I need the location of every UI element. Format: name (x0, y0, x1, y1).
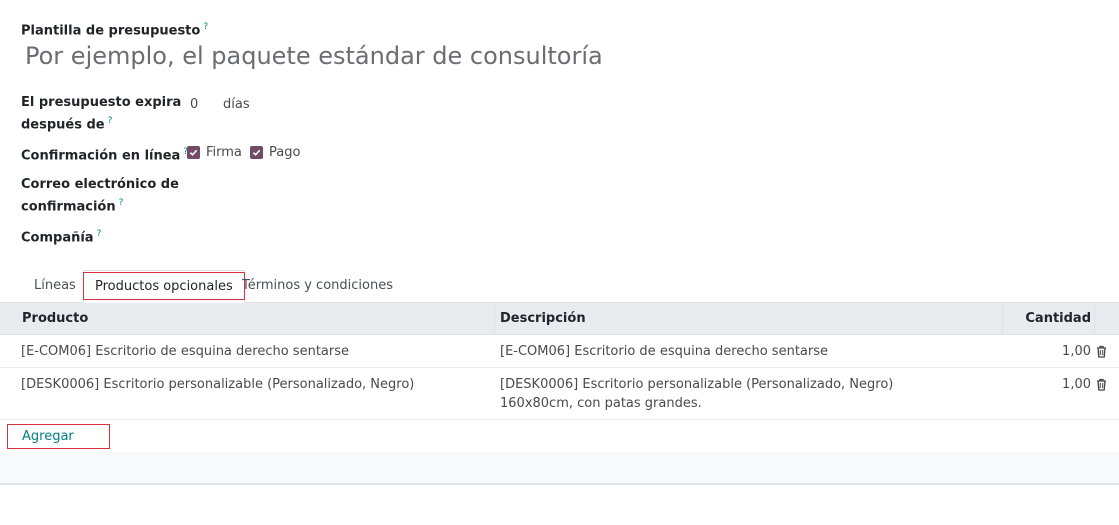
column-header-product[interactable]: Producto (22, 303, 88, 335)
notebook-tabs: Líneas Productos opcionales Términos y c… (0, 270, 1119, 303)
quantity-cell[interactable]: 1,00 (1062, 342, 1091, 361)
help-icon[interactable]: ? (97, 229, 102, 239)
checkbox-checked-icon[interactable] (250, 146, 263, 159)
tab-terms-conditions[interactable]: Términos y condiciones (231, 270, 404, 302)
help-icon[interactable]: ? (119, 198, 124, 208)
template-label: Plantilla de presupuesto? (21, 22, 209, 39)
help-icon[interactable]: ? (108, 116, 113, 126)
description-cell[interactable]: [E-COM06] Escritorio de esquina derecho … (500, 342, 828, 361)
tab-optional-products[interactable]: Productos opcionales (83, 270, 245, 303)
signature-label: Firma (206, 145, 242, 160)
column-divider[interactable] (1002, 303, 1003, 335)
tab-lines[interactable]: Líneas (23, 270, 87, 302)
table-row[interactable]: [DESK0006] Escritorio personalizable (Pe… (0, 368, 1119, 420)
checkbox-checked-icon[interactable] (187, 146, 200, 159)
quantity-cell[interactable]: 1,00 (1062, 375, 1091, 394)
trash-icon[interactable] (1096, 345, 1107, 358)
description-cell[interactable]: [DESK0006] Escritorio personalizable (Pe… (500, 375, 893, 413)
payment-label: Pago (269, 145, 301, 160)
confirmation-email-label: Correo electrónico de confirmación? (21, 177, 179, 215)
product-cell[interactable]: [DESK0006] Escritorio personalizable (Pe… (21, 375, 414, 394)
help-icon[interactable]: ? (203, 22, 208, 32)
table-row[interactable]: [E-COM06] Escritorio de esquina derecho … (0, 335, 1119, 368)
template-name-input[interactable]: Por ejemplo, el paquete estándar de cons… (25, 38, 603, 74)
column-divider (1094, 303, 1095, 335)
expires-label: El presupuesto expira después de? (21, 95, 182, 133)
expires-unit: días (223, 97, 250, 112)
signature-checkbox[interactable]: Firma (187, 143, 242, 162)
payment-checkbox[interactable]: Pago (250, 143, 300, 162)
product-cell[interactable]: [E-COM06] Escritorio de esquina derecho … (21, 342, 349, 361)
table-header: Producto Descripción Cantidad (0, 303, 1119, 335)
column-header-quantity[interactable]: Cantidad (1025, 303, 1091, 335)
company-label: Compañía? (21, 229, 102, 246)
column-divider[interactable] (494, 303, 495, 335)
expires-days-input[interactable]: 0 (190, 95, 198, 114)
table-footer (0, 452, 1119, 485)
column-header-description[interactable]: Descripción (500, 303, 586, 335)
trash-icon[interactable] (1096, 378, 1107, 391)
add-line-button[interactable]: Agregar línea (7, 424, 110, 467)
online-confirmation-label: Confirmación en línea? (21, 147, 189, 164)
